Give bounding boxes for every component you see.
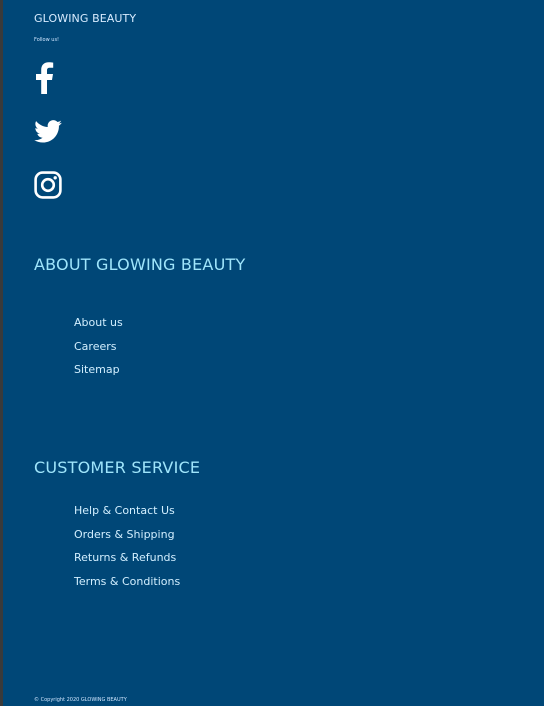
service-links-item: Help & Contact Us [74,499,180,523]
about-links-item: Sitemap [74,358,123,382]
about-links-item: About us [74,311,123,335]
instagram-link[interactable] [34,171,62,199]
facebook-icon [36,62,54,94]
about-links: About us Careers Sitemap [74,311,123,382]
brand-name: GLOWING BEAUTY [34,12,137,25]
terms-conditions-link[interactable]: Terms & Conditions [74,575,180,588]
customer-service-links: Help & Contact Us Orders & Shipping Retu… [74,499,180,593]
service-links-item: Returns & Refunds [74,546,180,570]
copyright-notice: © Copyright 2020 GLOWING BEAUTY [34,697,127,703]
orders-shipping-link[interactable]: Orders & Shipping [74,528,175,541]
follow-us-label: Follow us! [34,37,60,43]
facebook-link[interactable] [34,62,54,94]
about-us-link[interactable]: About us [74,316,123,329]
about-links-item: Careers [74,335,123,359]
service-links-item: Terms & Conditions [74,570,180,594]
twitter-icon [34,120,62,143]
window-left-border [0,0,3,706]
customer-service-title: CUSTOMER SERVICE [34,458,201,477]
returns-refunds-link[interactable]: Returns & Refunds [74,551,176,564]
careers-link[interactable]: Careers [74,340,117,353]
sitemap-link[interactable]: Sitemap [74,363,120,376]
help-contact-link[interactable]: Help & Contact Us [74,504,175,517]
service-links-item: Orders & Shipping [74,523,180,547]
twitter-link[interactable] [34,120,62,143]
about-section-title: ABOUT GLOWING BEAUTY [34,255,246,274]
instagram-icon [34,171,62,199]
